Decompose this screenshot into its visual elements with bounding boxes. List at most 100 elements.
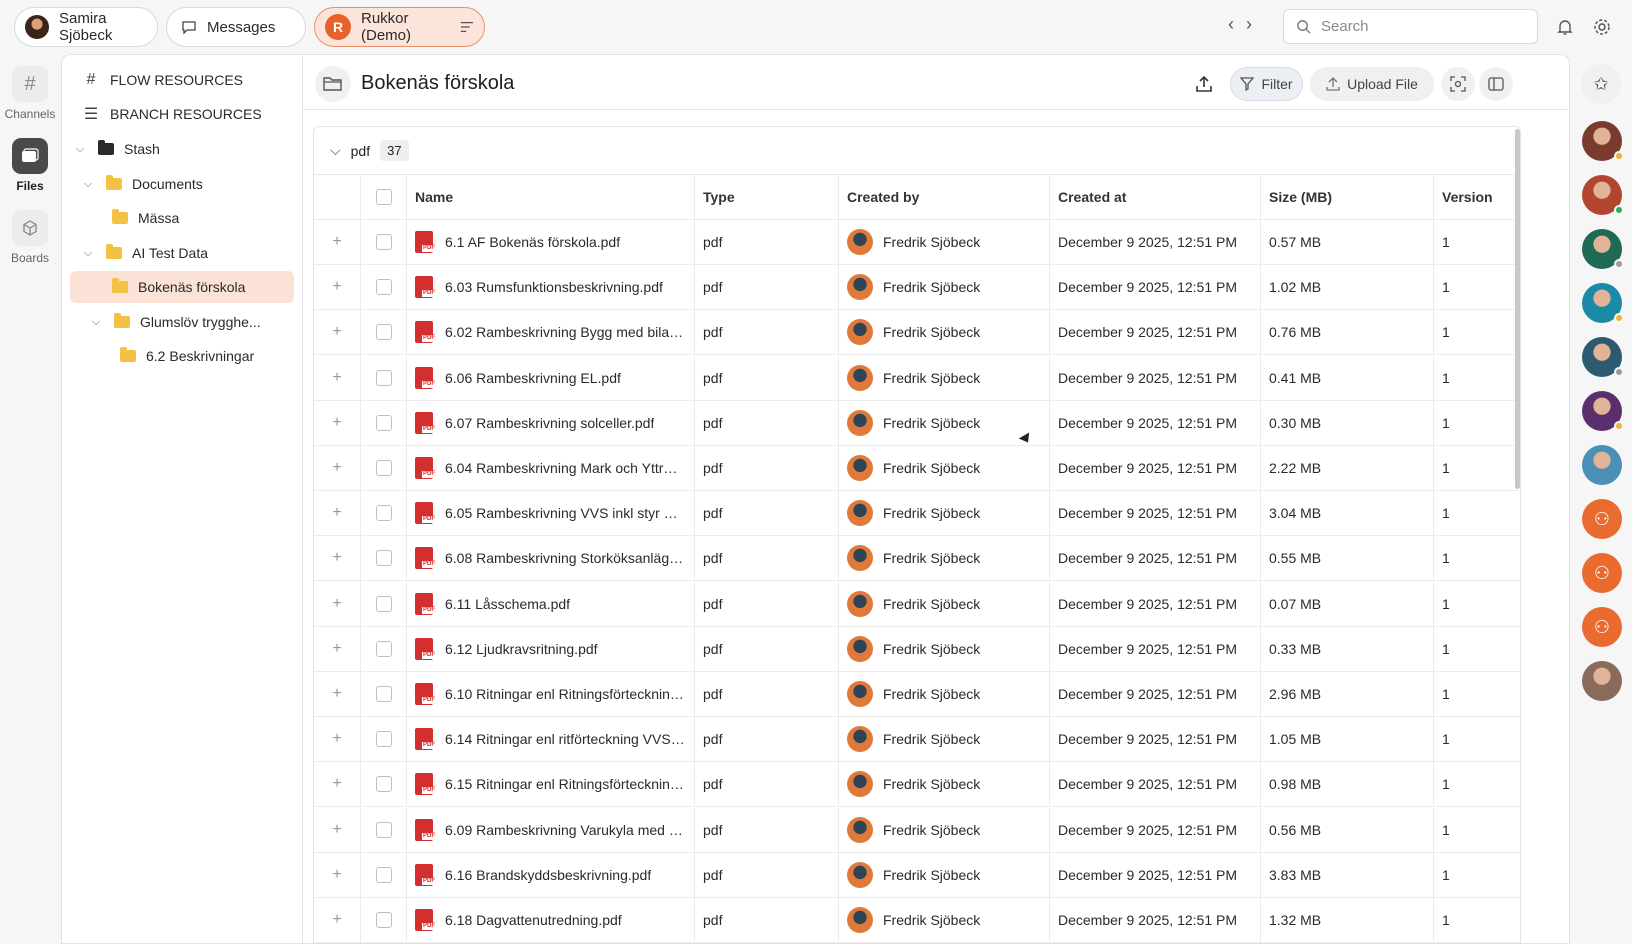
expand-row-button[interactable]: + — [314, 626, 361, 671]
branch-resources-link[interactable]: ☰ BRANCH RESOURCES — [70, 98, 294, 130]
file-name-cell[interactable]: 6.11 Låsschema.pdf — [407, 581, 695, 626]
row-checkbox[interactable] — [361, 220, 407, 264]
expand-row-button[interactable]: + — [314, 265, 361, 310]
expand-row-button[interactable]: + — [314, 852, 361, 897]
expand-row-button[interactable]: + — [314, 762, 361, 807]
expand-row-button[interactable]: + — [314, 672, 361, 716]
toggle-panel-button[interactable] — [1479, 67, 1513, 101]
row-checkbox[interactable] — [361, 852, 407, 897]
table-scrollbar[interactable] — [1515, 129, 1520, 489]
tree-item-glumslov[interactable]: ⌵ Glumslöv trygghe... — [70, 306, 294, 338]
member-avatar[interactable] — [1582, 121, 1624, 161]
team-avatar[interactable]: ⚇ — [1582, 607, 1622, 647]
table-row[interactable]: +6.12 Ljudkravsritning.pdf pdf Fredrik Sjö… — [314, 626, 1520, 672]
member-avatar[interactable] — [1582, 445, 1622, 485]
file-name[interactable]: 6.08 Rambeskrivning Storköksanläggni... — [445, 550, 685, 566]
file-name[interactable]: 6.1 AF Bokenäs förskola.pdf — [445, 234, 620, 250]
file-name-cell[interactable]: 6.05 Rambeskrivning VVS inkl styr och ..… — [407, 491, 695, 536]
forward-arrow-icon[interactable]: › — [1246, 14, 1252, 35]
select-all-checkbox[interactable] — [361, 175, 407, 219]
file-name-cell[interactable]: 6.10 Ritningar enl Ritningsförteckning .… — [407, 672, 695, 716]
scan-button[interactable] — [1441, 67, 1475, 101]
row-checkbox[interactable] — [361, 898, 407, 942]
row-checkbox[interactable] — [361, 446, 407, 490]
file-name[interactable]: 6.14 Ritningar enl ritförteckning VVS, s… — [445, 731, 685, 747]
file-name-cell[interactable]: 6.02 Rambeskrivning Bygg med bilaga.... — [407, 310, 695, 355]
tree-item-ai-test-data[interactable]: ⌵ AI Test Data — [70, 237, 294, 269]
expand-row-button[interactable]: + — [314, 536, 361, 581]
table-row[interactable]: +6.05 Rambeskrivning VVS inkl styr och .… — [314, 491, 1520, 537]
table-row[interactable]: +6.15 Ritningar enl Ritningsförteckning … — [314, 762, 1520, 808]
tree-item-massa[interactable]: Mässa — [70, 202, 294, 234]
table-row[interactable]: +6.03 Rumsfunktionsbeskrivning.pdf pdf Fre… — [314, 265, 1520, 311]
member-avatar[interactable] — [1582, 661, 1622, 701]
chevron-down-icon[interactable]: ⌵ — [80, 178, 96, 191]
table-row[interactable]: +6.18 Dagvattenutredning.pdf pdf Fredrik S… — [314, 898, 1520, 943]
file-name-cell[interactable]: 6.15 Ritningar enl Ritningsförteckning .… — [407, 762, 695, 807]
rail-item-channels[interactable]: # Channels — [4, 66, 56, 121]
tree-item-bokenas-forskola[interactable]: Bokenäs förskola — [70, 271, 294, 303]
workspace-switcher[interactable]: R Rukkor (Demo) — [314, 7, 485, 47]
file-name[interactable]: 6.05 Rambeskrivning VVS inkl styr och ..… — [445, 505, 685, 521]
file-name-cell[interactable]: 6.16 Brandskyddsbeskrivning.pdf — [407, 852, 695, 897]
row-checkbox[interactable] — [361, 400, 407, 445]
messages-button[interactable]: Messages — [166, 7, 306, 47]
expand-row-button[interactable]: + — [314, 220, 361, 264]
file-name[interactable]: 6.16 Brandskyddsbeskrivning.pdf — [445, 867, 651, 883]
file-name[interactable]: 6.18 Dagvattenutredning.pdf — [445, 912, 622, 928]
file-name[interactable]: 6.11 Låsschema.pdf — [445, 596, 570, 612]
upload-file-button[interactable]: Upload File — [1310, 67, 1434, 101]
file-name-cell[interactable]: 6.14 Ritningar enl ritförteckning VVS, s… — [407, 717, 695, 762]
tree-item-stash[interactable]: ⌵ Stash — [70, 133, 294, 165]
column-header-created-by[interactable]: Created by — [839, 175, 1050, 219]
expand-row-button[interactable]: + — [314, 400, 361, 445]
row-checkbox[interactable] — [361, 355, 407, 400]
expand-row-button[interactable]: + — [314, 581, 361, 626]
table-row[interactable]: +6.1 AF Bokenäs förskola.pdf pdf Fredrik S… — [314, 220, 1520, 265]
expand-row-button[interactable]: + — [314, 807, 361, 852]
gear-icon[interactable] — [1590, 15, 1614, 39]
team-avatar[interactable]: ⚇ — [1582, 553, 1622, 593]
expand-row-button[interactable]: + — [314, 446, 361, 490]
chevron-down-icon[interactable]: ⌵ — [72, 143, 88, 156]
table-row[interactable]: +6.09 Rambeskrivning Varukyla med bil...… — [314, 807, 1520, 853]
tree-item-beskrivningar[interactable]: 6.2 Beskrivningar — [70, 340, 294, 372]
file-name-cell[interactable]: 6.06 Rambeskrivning EL.pdf — [407, 355, 695, 400]
table-row[interactable]: +6.02 Rambeskrivning Bygg med bilaga....… — [314, 310, 1520, 356]
expand-row-button[interactable]: + — [314, 898, 361, 942]
chevron-down-icon[interactable]: ⌵ — [330, 142, 341, 159]
table-row[interactable]: +6.16 Brandskyddsbeskrivning.pdf pdf Fredr… — [314, 852, 1520, 898]
file-name-cell[interactable]: 6.18 Dagvattenutredning.pdf — [407, 898, 695, 942]
flow-resources-link[interactable]: # FLOW RESOURCES — [70, 64, 294, 96]
file-name-cell[interactable]: 6.03 Rumsfunktionsbeskrivning.pdf — [407, 265, 695, 310]
expand-row-button[interactable]: + — [314, 355, 361, 400]
file-name[interactable]: 6.10 Ritningar enl Ritningsförteckning .… — [445, 686, 685, 702]
member-avatar[interactable] — [1582, 337, 1624, 377]
expand-row-button[interactable]: + — [314, 491, 361, 536]
rail-item-files[interactable]: Files — [4, 138, 56, 193]
chevron-down-icon[interactable]: ⌵ — [88, 316, 104, 329]
group-header-pdf[interactable]: ⌵ pdf 37 — [314, 127, 1520, 175]
row-checkbox[interactable] — [361, 581, 407, 626]
file-name-cell[interactable]: 6.07 Rambeskrivning solceller.pdf — [407, 400, 695, 445]
member-avatar[interactable] — [1582, 229, 1624, 269]
rail-item-boards[interactable]: Boards — [4, 210, 56, 265]
column-header-version[interactable]: Version — [1434, 175, 1520, 219]
row-checkbox[interactable] — [361, 717, 407, 762]
table-row[interactable]: +6.06 Rambeskrivning EL.pdf pdf Fredrik Sj… — [314, 355, 1520, 401]
tree-item-documents[interactable]: ⌵ Documents — [70, 168, 294, 200]
file-name[interactable]: 6.06 Rambeskrivning EL.pdf — [445, 370, 621, 386]
row-checkbox[interactable] — [361, 807, 407, 852]
member-avatar[interactable] — [1582, 283, 1624, 323]
table-row[interactable]: +6.11 Låsschema.pdf pdf Fredrik Sjöbeck Dec… — [314, 581, 1520, 627]
member-avatar[interactable] — [1582, 175, 1624, 215]
sparkle-pin-icon[interactable]: ✩ — [1581, 64, 1621, 104]
back-arrow-icon[interactable]: ‹ — [1228, 14, 1234, 35]
file-name[interactable]: 6.03 Rumsfunktionsbeskrivning.pdf — [445, 279, 663, 295]
file-name[interactable]: 6.04 Rambeskrivning Mark och Yttre V... — [445, 460, 685, 476]
column-header-name[interactable]: Name — [407, 175, 695, 219]
expand-row-button[interactable]: + — [314, 717, 361, 762]
file-name-cell[interactable]: 6.1 AF Bokenäs förskola.pdf — [407, 220, 695, 264]
file-name-cell[interactable]: 6.04 Rambeskrivning Mark och Yttre V... — [407, 446, 695, 490]
file-name[interactable]: 6.15 Ritningar enl Ritningsförteckning .… — [445, 776, 685, 792]
